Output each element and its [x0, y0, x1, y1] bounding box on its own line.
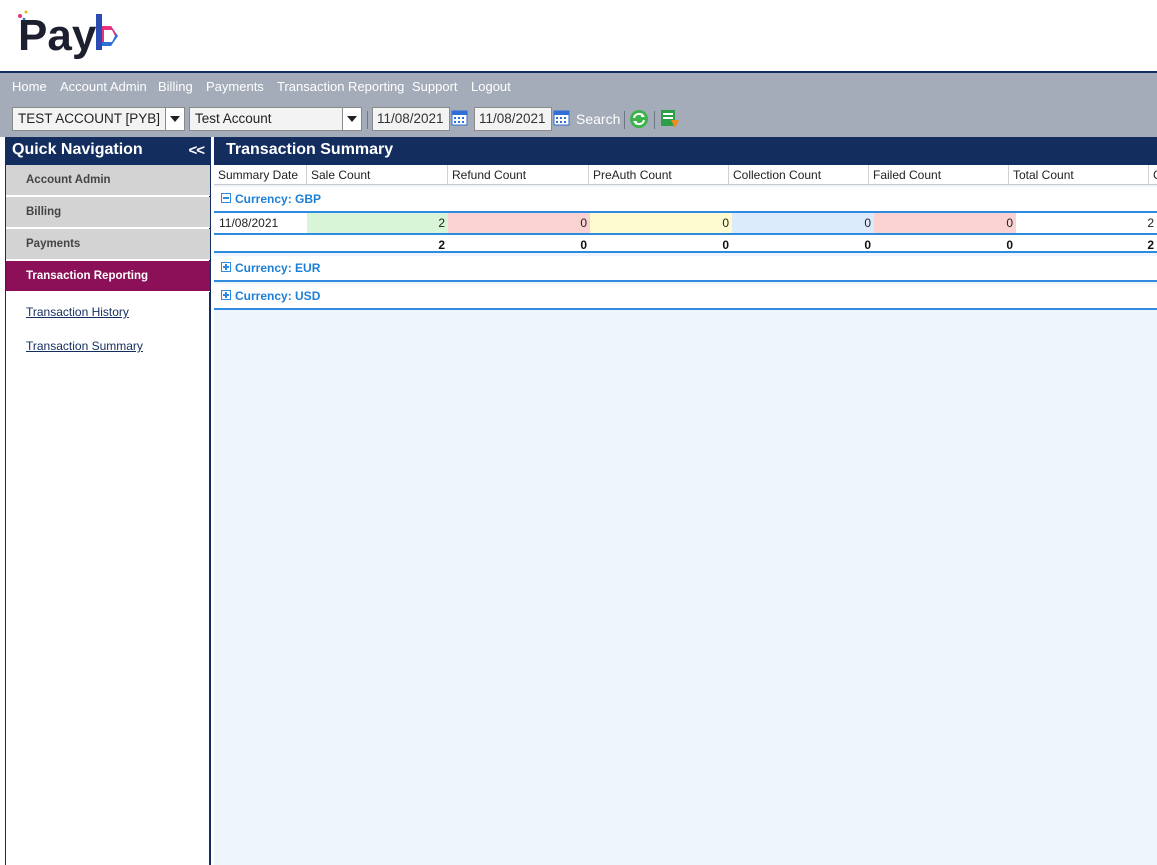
- nav-support[interactable]: Support: [412, 79, 458, 94]
- cell-refund-count: 0: [448, 213, 590, 233]
- column-header-preauth-count[interactable]: PreAuth Count: [588, 165, 728, 185]
- total-sale-count: 2: [438, 238, 445, 252]
- merchant-select[interactable]: Test Account: [189, 107, 362, 131]
- search-button[interactable]: Search: [576, 111, 620, 127]
- sidebar-link-transaction-history[interactable]: Transaction History: [26, 305, 129, 319]
- quick-navigation-sidebar: Quick Navigation << Account Admin Billin…: [5, 137, 211, 865]
- calendar-icon[interactable]: [553, 109, 570, 126]
- payb-logo[interactable]: Pay: [16, 6, 131, 64]
- currency-group-label: Currency: EUR: [235, 261, 321, 275]
- export-icon[interactable]: [659, 108, 681, 130]
- calendar-icon[interactable]: [451, 109, 468, 126]
- collapse-sidebar-button[interactable]: <<: [188, 142, 205, 159]
- group-totals-row: 2 0 0 0 0 2: [214, 233, 1157, 253]
- toolbar-divider: [624, 111, 625, 129]
- column-header-total-count[interactable]: Total Count: [1008, 165, 1148, 185]
- nav-home[interactable]: Home: [12, 79, 47, 94]
- column-header-failed-count[interactable]: Failed Count: [868, 165, 1008, 185]
- column-header-truncated[interactable]: C: [1148, 165, 1157, 185]
- expand-icon[interactable]: [221, 290, 231, 300]
- nav-billing[interactable]: Billing: [158, 79, 193, 94]
- chevron-down-icon[interactable]: [165, 108, 184, 130]
- total-preauth-count: 0: [722, 238, 729, 252]
- column-header-summary-date[interactable]: Summary Date: [214, 165, 306, 185]
- cell-summary-date: 11/08/2021: [219, 216, 279, 230]
- sidebar-header: Quick Navigation <<: [6, 137, 210, 165]
- expand-icon[interactable]: [221, 262, 231, 272]
- nav-logout[interactable]: Logout: [471, 79, 511, 94]
- sidebar-item-transaction-reporting[interactable]: Transaction Reporting: [6, 261, 210, 292]
- table-row[interactable]: 11/08/2021 2 0 0 0 0 2: [214, 213, 1157, 233]
- total-failed-count: 0: [1006, 238, 1013, 252]
- nav-account-admin[interactable]: Account Admin: [60, 79, 147, 94]
- filter-toolbar: TEST ACCOUNT [PYB] Test Account 11/08/20…: [0, 101, 1157, 137]
- main-panel: Transaction Summary Summary Date Sale Co…: [214, 137, 1157, 865]
- table-header: Summary Date Sale Count Refund Count Pre…: [214, 165, 1157, 185]
- panel-header: Transaction Summary: [214, 137, 1157, 165]
- cell-failed-count: 0: [874, 213, 1016, 233]
- toolbar-divider: [367, 111, 368, 129]
- cell-total-count: 2: [1147, 216, 1154, 230]
- merchant-select-value: Test Account: [195, 111, 272, 126]
- sidebar-link-transaction-summary[interactable]: Transaction Summary: [26, 339, 143, 353]
- sidebar-title: Quick Navigation: [12, 141, 143, 158]
- total-collection-count: 0: [864, 238, 871, 252]
- date-from-input[interactable]: 11/08/2021: [372, 107, 450, 131]
- currency-group-gbp[interactable]: Currency: GBP: [214, 187, 1157, 213]
- currency-group-eur[interactable]: Currency: EUR: [214, 256, 1157, 282]
- collapse-icon[interactable]: [221, 193, 231, 203]
- total-refund-count: 0: [580, 238, 587, 252]
- cell-collection-count: 0: [732, 213, 874, 233]
- toolbar-divider: [654, 111, 655, 129]
- account-select[interactable]: TEST ACCOUNT [PYB]: [12, 107, 185, 131]
- cell-preauth-count: 0: [590, 213, 732, 233]
- sidebar-item-payments[interactable]: Payments: [6, 229, 210, 260]
- chevron-down-icon[interactable]: [342, 108, 361, 130]
- currency-group-usd[interactable]: Currency: USD: [214, 284, 1157, 310]
- currency-group-label: Currency: GBP: [235, 192, 322, 206]
- currency-group-label: Currency: USD: [235, 289, 321, 303]
- column-header-sale-count[interactable]: Sale Count: [306, 165, 447, 185]
- svg-text:Pay: Pay: [18, 11, 97, 60]
- account-select-value: TEST ACCOUNT [PYB]: [18, 111, 161, 126]
- refresh-icon[interactable]: [628, 108, 650, 130]
- nav-payments[interactable]: Payments: [206, 79, 264, 94]
- header: Pay: [0, 0, 1157, 71]
- column-header-refund-count[interactable]: Refund Count: [447, 165, 588, 185]
- sidebar-item-billing[interactable]: Billing: [6, 197, 210, 228]
- total-total-count: 2: [1147, 238, 1154, 252]
- cell-sale-count: 2: [307, 213, 448, 233]
- top-navigation: Home Account Admin Billing Payments Tran…: [0, 71, 1157, 101]
- page-title: Transaction Summary: [226, 141, 394, 158]
- nav-transaction-reporting[interactable]: Transaction Reporting: [277, 79, 404, 94]
- date-to-input[interactable]: 11/08/2021: [474, 107, 552, 131]
- column-header-collection-count[interactable]: Collection Count: [728, 165, 868, 185]
- sidebar-item-account-admin[interactable]: Account Admin: [6, 165, 210, 196]
